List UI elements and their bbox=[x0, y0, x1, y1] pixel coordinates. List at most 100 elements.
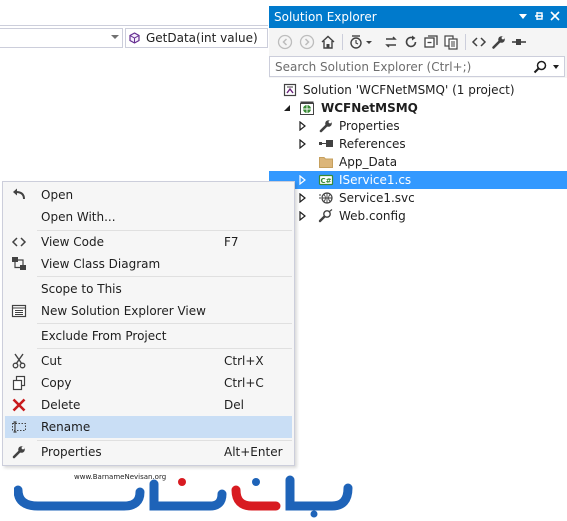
collapsed-arrow-icon[interactable] bbox=[297, 139, 307, 149]
menu-item-properties[interactable]: Properties Alt+Enter bbox=[5, 441, 292, 463]
collapsed-arrow-icon[interactable] bbox=[297, 211, 307, 221]
config-file-icon bbox=[318, 209, 333, 223]
menu-item-label: New Solution Explorer View bbox=[41, 304, 206, 318]
editor-tab-strip bbox=[0, 0, 268, 26]
collapse-all-icon[interactable] bbox=[423, 34, 439, 50]
expanded-arrow-icon[interactable] bbox=[282, 103, 292, 113]
menu-item-cut[interactable]: Cut Ctrl+X bbox=[5, 350, 292, 372]
logo-site-text: www.BarnameNevisan.org bbox=[74, 473, 167, 481]
tree-item-label: IService1.cs bbox=[339, 173, 412, 187]
tree-item-label: Solution 'WCFNetMSMQ' (1 project) bbox=[303, 83, 515, 97]
tree-item-project[interactable]: WCFNetMSMQ bbox=[269, 99, 567, 117]
menu-item-label: View Code bbox=[41, 235, 105, 249]
menu-item-scope-to-this[interactable]: Scope to This bbox=[5, 278, 292, 300]
menu-item-new-solution-explorer-view[interactable]: New Solution Explorer View bbox=[5, 300, 292, 322]
menu-separator bbox=[37, 276, 292, 277]
delete-icon bbox=[12, 398, 26, 412]
csharp-file-icon: C# bbox=[318, 174, 334, 186]
web-project-icon bbox=[300, 101, 314, 115]
home-icon[interactable] bbox=[320, 34, 336, 50]
tree-item-label: Service1.svc bbox=[339, 191, 415, 205]
menu-item-label: Exclude From Project bbox=[41, 329, 167, 343]
menu-item-exclude-from-project[interactable]: Exclude From Project bbox=[5, 325, 292, 347]
show-all-files-icon[interactable] bbox=[443, 34, 459, 50]
member-dropdown[interactable]: GetData(int value) bbox=[125, 28, 268, 48]
tree-item-web-config[interactable]: Web.config bbox=[269, 207, 567, 225]
menu-item-shortcut: Alt+Enter bbox=[224, 445, 283, 459]
rename-icon bbox=[12, 421, 26, 433]
menu-item-label: Copy bbox=[41, 376, 72, 390]
close-icon[interactable] bbox=[549, 10, 561, 22]
new-view-icon bbox=[11, 304, 27, 318]
tree-item-label: Properties bbox=[339, 119, 400, 133]
pin-icon[interactable] bbox=[533, 10, 545, 22]
menu-item-shortcut: Del bbox=[224, 398, 244, 412]
editor-navigation-bar: GetData(int value) bbox=[0, 28, 268, 48]
toolbar-separator bbox=[342, 34, 343, 50]
menu-item-shortcut: Ctrl+C bbox=[224, 376, 264, 390]
collapsed-arrow-icon[interactable] bbox=[297, 175, 307, 185]
svg-text:C#: C# bbox=[320, 177, 331, 185]
class-diagram-icon bbox=[12, 257, 26, 270]
tree-item-app-data[interactable]: App_Data bbox=[269, 153, 567, 171]
svc-file-icon bbox=[319, 192, 333, 204]
tree-item-solution[interactable]: Solution 'WCFNetMSMQ' (1 project) bbox=[269, 81, 567, 99]
copy-icon bbox=[12, 375, 26, 391]
chevron-down-icon[interactable] bbox=[365, 34, 373, 50]
menu-item-copy[interactable]: Copy Ctrl+C bbox=[5, 372, 292, 394]
references-icon bbox=[319, 140, 333, 147]
tree-item-iservice1-cs[interactable]: C# IService1.cs bbox=[269, 171, 567, 189]
search-icon[interactable] bbox=[532, 59, 548, 75]
open-icon bbox=[13, 188, 25, 200]
menu-item-label: Cut bbox=[41, 354, 62, 368]
wrench-icon bbox=[319, 120, 332, 133]
search-options-dropdown-icon[interactable] bbox=[553, 65, 559, 69]
menu-item-open[interactable]: Open bbox=[5, 184, 292, 206]
refresh-icon[interactable] bbox=[403, 34, 419, 50]
type-dropdown[interactable] bbox=[0, 28, 123, 48]
panel-title: Solution Explorer bbox=[274, 10, 377, 24]
context-menu: Open Open With... View Code F7 View Clas… bbox=[2, 181, 295, 466]
menu-item-open-with[interactable]: Open With... bbox=[5, 206, 292, 228]
menu-item-delete[interactable]: Delete Del bbox=[5, 394, 292, 416]
properties-icon[interactable] bbox=[491, 34, 507, 50]
collapsed-arrow-icon[interactable] bbox=[297, 193, 307, 203]
menu-item-label: Properties bbox=[41, 445, 102, 459]
tree-item-properties[interactable]: Properties bbox=[269, 117, 567, 135]
menu-item-label: Open bbox=[41, 188, 74, 202]
folder-icon bbox=[319, 157, 333, 168]
member-dropdown-value: GetData(int value) bbox=[146, 31, 258, 45]
solution-explorer-panel: Solution Explorer Search Solution Explor… bbox=[269, 6, 567, 262]
search-placeholder: Search Solution Explorer (Ctrl+;) bbox=[275, 60, 472, 74]
collapsed-arrow-icon[interactable] bbox=[297, 121, 307, 131]
solution-icon bbox=[283, 83, 297, 97]
method-icon bbox=[129, 32, 140, 44]
menu-item-label: Delete bbox=[41, 398, 81, 412]
menu-item-label: Open With... bbox=[41, 210, 116, 224]
menu-item-label: Rename bbox=[41, 420, 91, 434]
menu-item-shortcut: Ctrl+X bbox=[224, 354, 264, 368]
menu-item-view-class-diagram[interactable]: View Class Diagram bbox=[5, 253, 292, 275]
pending-changes-filter-icon[interactable] bbox=[349, 34, 365, 50]
menu-separator bbox=[37, 323, 292, 324]
menu-item-rename[interactable]: Rename bbox=[5, 416, 292, 438]
sync-with-active-document-icon[interactable] bbox=[383, 34, 399, 50]
search-solution-explorer-input[interactable]: Search Solution Explorer (Ctrl+;) bbox=[269, 56, 565, 77]
view-code-icon[interactable] bbox=[471, 34, 487, 50]
preview-selected-items-icon[interactable] bbox=[511, 34, 527, 50]
window-position-dropdown-icon[interactable] bbox=[517, 10, 529, 22]
solution-explorer-title-bar[interactable]: Solution Explorer bbox=[269, 6, 567, 28]
back-icon[interactable] bbox=[277, 34, 293, 50]
logo-graphic bbox=[13, 475, 353, 518]
forward-icon[interactable] bbox=[299, 34, 315, 50]
menu-separator bbox=[37, 348, 292, 349]
menu-item-label: View Class Diagram bbox=[41, 257, 161, 271]
tree-item-label: App_Data bbox=[339, 155, 398, 169]
tree-item-references[interactable]: References bbox=[269, 135, 567, 153]
barnamenevisan-logo: www.BarnameNevisan.org bbox=[13, 470, 364, 518]
solution-explorer-toolbar bbox=[269, 28, 567, 56]
menu-item-label: Scope to This bbox=[41, 282, 122, 296]
code-icon bbox=[11, 237, 27, 247]
menu-item-view-code[interactable]: View Code F7 bbox=[5, 231, 292, 253]
tree-item-service1-svc[interactable]: Service1.svc bbox=[269, 189, 567, 207]
